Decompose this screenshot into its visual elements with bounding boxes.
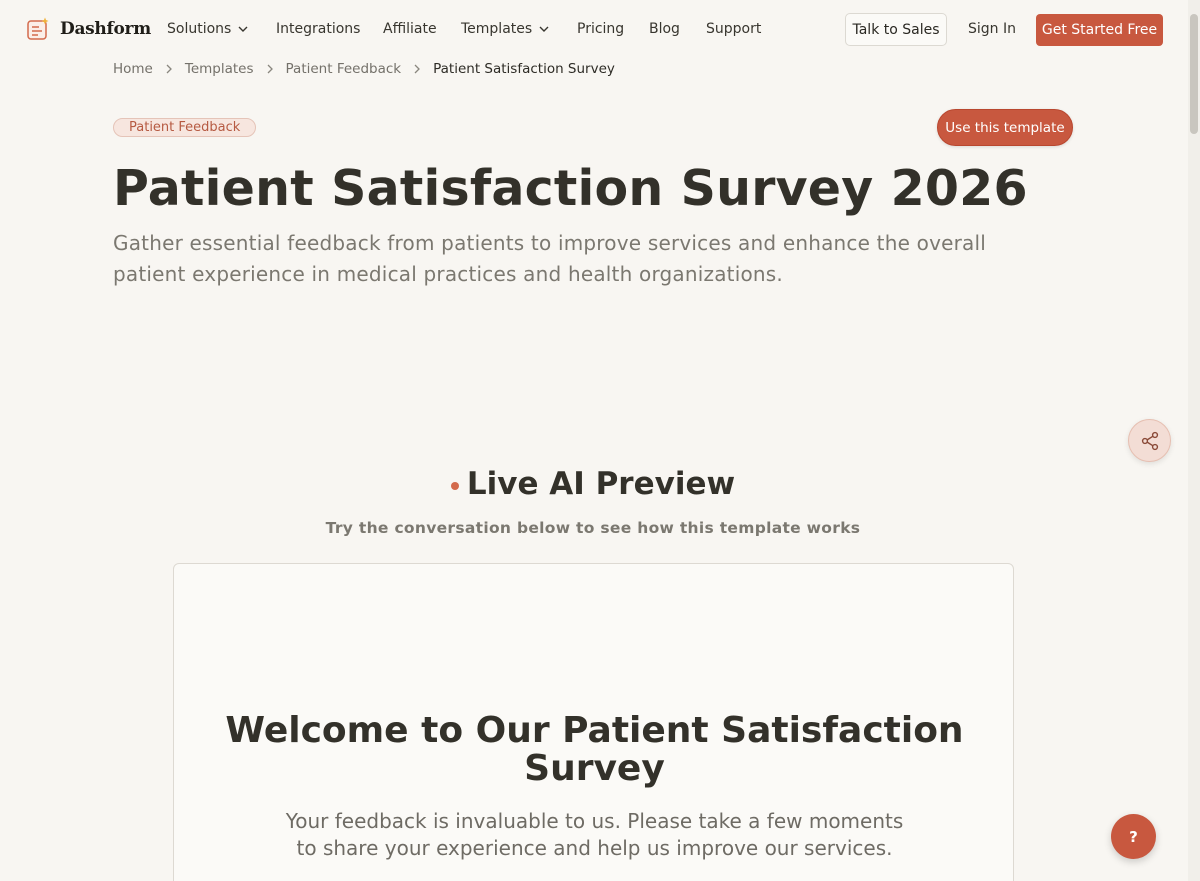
talk-to-sales-button[interactable]: Talk to Sales	[845, 13, 947, 46]
nav-integrations[interactable]: Integrations	[276, 21, 360, 37]
top-nav: Dashform Solutions Integrations Affiliat…	[0, 0, 1200, 60]
scrollbar[interactable]	[1188, 0, 1200, 881]
page-title: Patient Satisfaction Survey 2026	[113, 160, 1028, 217]
preview-card: Welcome to Our Patient Satisfaction Surv…	[173, 563, 1014, 881]
share-button[interactable]	[1128, 419, 1171, 462]
nav-label: Solutions	[167, 21, 232, 37]
preview-subtitle: Try the conversation below to see how th…	[325, 519, 861, 537]
nav-label: Blog	[649, 21, 680, 37]
category-tag[interactable]: Patient Feedback	[113, 118, 257, 137]
breadcrumb-home[interactable]: Home	[113, 61, 153, 77]
nav-label: Templates	[461, 21, 533, 37]
nav-label: Support	[706, 21, 762, 37]
page-subtitle: Gather essential feedback from patients …	[113, 231, 987, 286]
share-icon	[1141, 431, 1158, 450]
chevron-right-icon	[166, 64, 172, 74]
breadcrumb-patient-feedback[interactable]: Patient Feedback	[286, 61, 402, 77]
sign-in-link[interactable]: Sign In	[968, 21, 1016, 37]
welcome-title: Welcome to Our Patient Satisfaction Surv…	[225, 710, 964, 789]
nav-solutions[interactable]: Solutions	[167, 21, 248, 37]
nav-pricing[interactable]: Pricing	[577, 21, 624, 37]
nav-blog[interactable]: Blog	[649, 21, 680, 37]
nav-templates[interactable]: Templates	[461, 21, 549, 37]
form-sparkle-icon	[27, 17, 49, 40]
help-button[interactable]: ?	[1111, 814, 1156, 859]
nav-label: Affiliate	[383, 21, 437, 37]
nav-affiliate[interactable]: Affiliate	[383, 21, 437, 37]
chevron-right-icon	[267, 64, 273, 74]
get-started-button[interactable]: Get Started Free	[1036, 14, 1163, 46]
nav-support[interactable]: Support	[706, 21, 761, 37]
use-template-button[interactable]: Use this template	[937, 109, 1073, 146]
chevron-right-icon	[414, 64, 421, 74]
breadcrumb-current: Patient Satisfaction Survey	[433, 61, 615, 77]
chevron-down-icon	[238, 26, 248, 32]
nav-label: Pricing	[577, 21, 625, 37]
scrollbar-thumb[interactable]	[1190, 14, 1198, 134]
preview-title: Live AI Preview	[466, 466, 736, 502]
breadcrumb-templates[interactable]: Templates	[185, 61, 254, 77]
preview-heading: Live AI Preview	[0, 466, 1186, 502]
breadcrumb: Home Templates Patient Feedback Patient …	[113, 61, 615, 77]
nav-label: Integrations	[276, 21, 361, 37]
page: Dashform Solutions Integrations Affiliat…	[0, 0, 1200, 881]
chevron-down-icon	[539, 26, 549, 32]
welcome-text: Your feedback is invaluable to us. Pleas…	[285, 809, 904, 860]
brand-name: Dashform	[60, 19, 151, 39]
live-dot-icon	[450, 482, 459, 490]
brand-logo[interactable]: Dashform	[26, 17, 151, 41]
